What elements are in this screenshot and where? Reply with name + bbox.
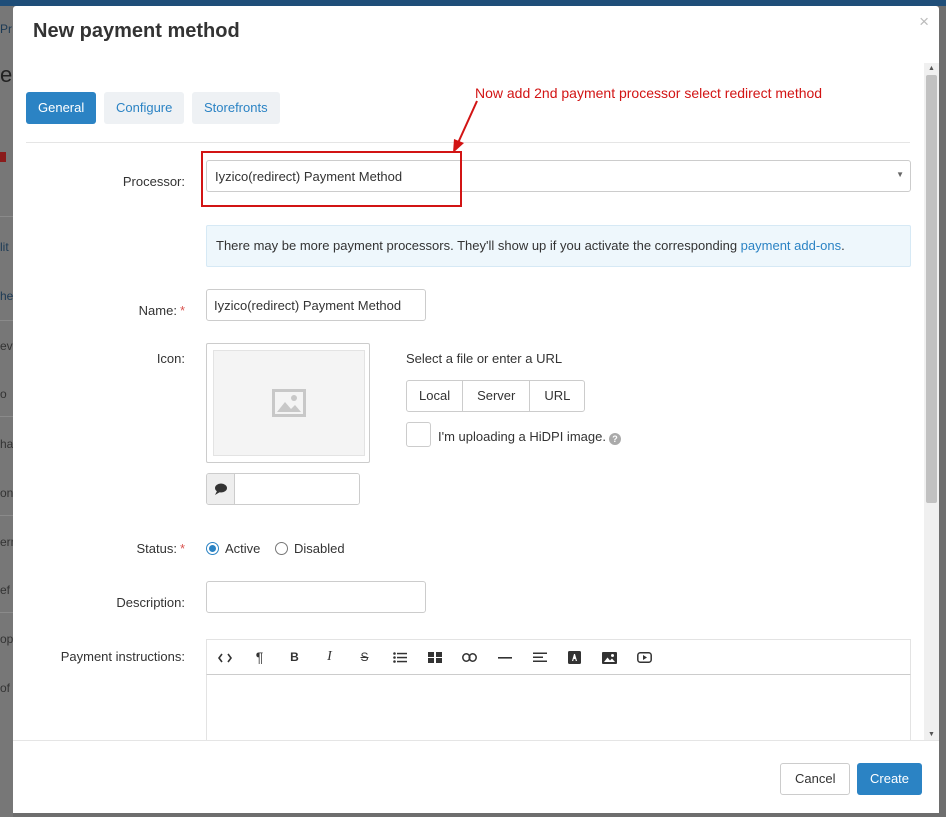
tab-general[interactable]: General xyxy=(26,92,97,124)
background-text: Pr xyxy=(0,22,12,36)
cancel-button[interactable]: Cancel xyxy=(780,763,851,795)
status-disabled-radio[interactable] xyxy=(275,542,288,555)
background-divider xyxy=(0,320,13,321)
create-button[interactable]: Create xyxy=(857,763,923,795)
description-input[interactable] xyxy=(206,581,426,613)
local-button[interactable]: Local xyxy=(406,380,464,412)
processor-label: Processor: xyxy=(122,174,185,189)
close-icon[interactable]: × xyxy=(919,12,929,32)
editor-toolbar: ¶ B I S xyxy=(206,639,911,675)
hidpi-label-text: I'm uploading a HiDPI image. xyxy=(438,429,606,444)
scroll-up-icon[interactable]: ▲ xyxy=(924,65,939,72)
background-text: ef xyxy=(0,583,11,597)
horizontal-rule-icon[interactable] xyxy=(487,640,522,674)
background-text: ern xyxy=(0,535,13,549)
status-disabled-label: Disabled xyxy=(294,541,345,556)
alt-text-input[interactable] xyxy=(235,474,359,504)
status-label: Status: * xyxy=(13,541,185,556)
status-active-radio[interactable] xyxy=(206,542,219,555)
icon-preview[interactable] xyxy=(206,343,370,463)
unordered-list-icon[interactable] xyxy=(382,640,417,674)
processor-info-alert: There may be more payment processors. Th… xyxy=(206,225,911,267)
bold-icon[interactable]: B xyxy=(277,640,312,674)
status-label-text: Status: xyxy=(136,541,177,556)
link-icon[interactable] xyxy=(452,640,487,674)
background-page: Pr e lit he ev o ha on ern ef op of xyxy=(0,6,13,817)
background-divider xyxy=(0,612,13,613)
annotation-highlight-box xyxy=(201,151,462,207)
tab-storefronts[interactable]: Storefronts xyxy=(192,92,280,124)
background-flag xyxy=(0,152,6,162)
background-text: lit xyxy=(0,240,9,254)
background-divider xyxy=(0,216,13,217)
background-text: ev xyxy=(0,339,13,353)
file-hint: Select a file or enter a URL xyxy=(406,351,563,366)
annotation-arrow-icon xyxy=(453,100,478,153)
code-view-icon[interactable] xyxy=(207,640,242,674)
image-placeholder-icon xyxy=(272,389,306,417)
chevron-down-icon: ▼ xyxy=(896,170,904,179)
tutorial-annotation: Now add 2nd payment processor select red… xyxy=(475,85,823,101)
font-color-icon[interactable] xyxy=(557,640,592,674)
status-active-label: Active xyxy=(225,541,261,556)
video-icon[interactable] xyxy=(627,640,662,674)
info-text-end: . xyxy=(841,238,845,253)
name-input[interactable] xyxy=(206,289,426,321)
scrollbar-thumb[interactable] xyxy=(926,75,937,503)
icon-preview-area xyxy=(213,350,365,456)
required-mark: * xyxy=(179,303,185,318)
background-text: e xyxy=(0,62,13,87)
comment-icon xyxy=(207,474,235,504)
image-icon[interactable] xyxy=(592,640,627,674)
scroll-down-icon[interactable]: ▼ xyxy=(924,731,939,738)
italic-icon[interactable]: I xyxy=(312,640,347,674)
server-button[interactable]: Server xyxy=(462,380,531,412)
paragraph-icon[interactable]: ¶ xyxy=(242,640,277,674)
info-text: There may be more payment processors. Th… xyxy=(216,238,741,253)
hidpi-checkbox[interactable] xyxy=(406,422,431,447)
dialog-body: General Configure Storefronts Processor:… xyxy=(13,61,925,740)
background-text: op xyxy=(0,632,13,646)
alt-text-group xyxy=(206,473,360,505)
required-mark: * xyxy=(179,541,185,556)
hidpi-label: I'm uploading a HiDPI image.? xyxy=(438,429,621,445)
table-icon[interactable] xyxy=(417,640,452,674)
payment-addons-link[interactable]: payment add-ons xyxy=(741,238,841,253)
description-label: Description: xyxy=(116,595,185,610)
file-source-buttons: Local Server URL xyxy=(406,380,586,412)
background-divider xyxy=(0,515,13,516)
name-label: Name: * xyxy=(13,303,185,318)
strikethrough-icon[interactable]: S xyxy=(347,640,382,674)
instructions-label: Payment instructions: xyxy=(60,649,185,664)
url-button[interactable]: URL xyxy=(529,380,586,412)
icon-label: Icon: xyxy=(156,351,185,366)
dialog-scrollbar[interactable]: ▲ ▼ xyxy=(924,63,939,740)
background-text: ha xyxy=(0,437,13,451)
question-icon[interactable]: ? xyxy=(608,433,621,445)
dialog-title: New payment method xyxy=(33,20,240,42)
dialog-header: New payment method × xyxy=(13,6,939,61)
tab-configure[interactable]: Configure xyxy=(104,92,185,124)
background-text: of xyxy=(0,681,11,695)
align-icon[interactable] xyxy=(522,640,557,674)
name-label-text: Name: xyxy=(138,303,177,318)
background-text: on xyxy=(0,486,13,500)
instructions-editor[interactable] xyxy=(206,675,911,740)
background-text: o xyxy=(0,387,7,401)
dialog-footer: Cancel Create xyxy=(13,740,939,813)
background-divider xyxy=(0,416,13,417)
background-text: he xyxy=(0,289,13,303)
payment-method-dialog: New payment method × General Configure S… xyxy=(13,6,939,813)
